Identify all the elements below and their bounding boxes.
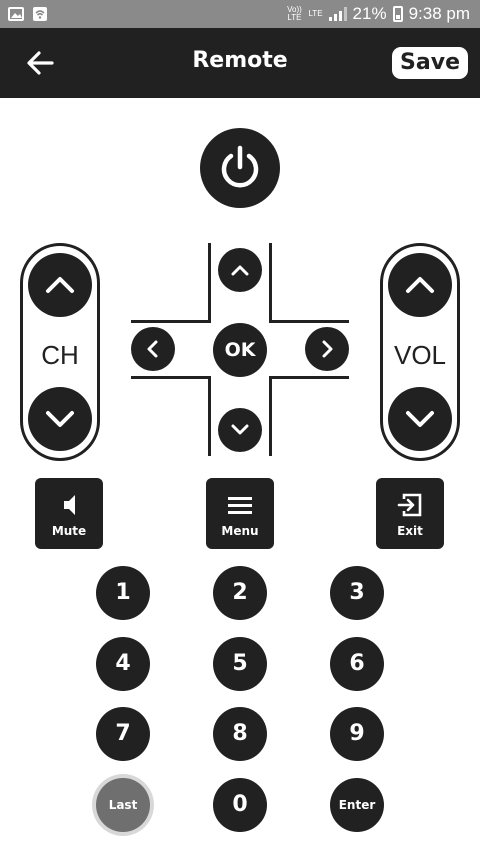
wifi-icon bbox=[32, 6, 48, 22]
dpad-divider bbox=[269, 320, 349, 323]
power-button[interactable] bbox=[200, 128, 280, 208]
exit-icon bbox=[397, 493, 422, 517]
chevron-down-icon bbox=[406, 411, 434, 427]
dpad-divider bbox=[269, 243, 272, 323]
num-key-4[interactable]: 4 bbox=[96, 637, 150, 691]
channel-up-button[interactable] bbox=[28, 253, 92, 317]
save-button[interactable]: Save bbox=[392, 47, 468, 79]
status-bar: Vo)) LTE LTE 21% 9:38 pm bbox=[0, 0, 480, 28]
chevron-up-icon bbox=[231, 265, 249, 276]
mute-icon bbox=[64, 495, 75, 515]
dpad-up-button[interactable] bbox=[218, 248, 262, 292]
channel-label: CH bbox=[41, 340, 79, 370]
num-key-6[interactable]: 6 bbox=[330, 637, 384, 691]
exit-label: Exit bbox=[397, 524, 423, 538]
dpad-right-button[interactable] bbox=[305, 327, 349, 371]
clock: 9:38 pm bbox=[408, 4, 470, 23]
menu-label: Menu bbox=[221, 524, 259, 538]
num-key-8[interactable]: 8 bbox=[213, 707, 267, 761]
app-bar: Remote Save bbox=[0, 28, 480, 98]
chevron-up-icon bbox=[46, 277, 74, 293]
last-channel-button[interactable]: Last bbox=[96, 778, 150, 832]
volte-indicator: Vo)) LTE bbox=[287, 5, 302, 22]
chevron-down-icon bbox=[231, 424, 249, 435]
battery-icon bbox=[392, 6, 403, 22]
dpad-divider bbox=[131, 320, 211, 323]
mute-button[interactable]: Mute bbox=[35, 478, 103, 549]
num-key-7[interactable]: 7 bbox=[96, 707, 150, 761]
chevron-left-icon bbox=[147, 340, 158, 358]
enter-button[interactable]: Enter bbox=[330, 778, 384, 832]
dpad-down-button[interactable] bbox=[218, 408, 262, 452]
channel-down-button[interactable] bbox=[28, 387, 92, 451]
volume-up-button[interactable] bbox=[388, 253, 452, 317]
chevron-down-icon bbox=[46, 411, 74, 427]
exit-button[interactable]: Exit bbox=[376, 478, 444, 549]
channel-rocker: CH bbox=[20, 243, 100, 461]
num-key-1[interactable]: 1 bbox=[96, 566, 150, 620]
battery-percent: 21% bbox=[352, 4, 387, 23]
num-key-2[interactable]: 2 bbox=[213, 566, 267, 620]
lte-indicator: LTE bbox=[308, 9, 323, 18]
num-key-9[interactable]: 9 bbox=[330, 707, 384, 761]
dpad-divider bbox=[269, 376, 272, 456]
signal-icon bbox=[328, 7, 347, 21]
chevron-right-icon bbox=[322, 340, 333, 358]
dpad-divider bbox=[208, 376, 211, 456]
menu-button[interactable]: Menu bbox=[206, 478, 274, 549]
volume-label: VOL bbox=[393, 340, 447, 370]
menu-icon bbox=[228, 497, 252, 514]
dpad-divider bbox=[131, 376, 211, 379]
power-icon bbox=[221, 145, 259, 188]
volume-down-button[interactable] bbox=[388, 387, 452, 451]
num-key-0[interactable]: 0 bbox=[213, 778, 267, 832]
dpad-divider bbox=[208, 243, 211, 323]
num-key-3[interactable]: 3 bbox=[330, 566, 384, 620]
mute-label: Mute bbox=[51, 524, 87, 538]
gallery-icon bbox=[8, 6, 24, 22]
chevron-up-icon bbox=[406, 277, 434, 293]
num-key-5[interactable]: 5 bbox=[213, 637, 267, 691]
volume-rocker: VOL bbox=[380, 243, 460, 461]
dpad-divider bbox=[269, 376, 349, 379]
dpad-left-button[interactable] bbox=[131, 327, 175, 371]
ok-button[interactable]: OK bbox=[213, 323, 267, 377]
